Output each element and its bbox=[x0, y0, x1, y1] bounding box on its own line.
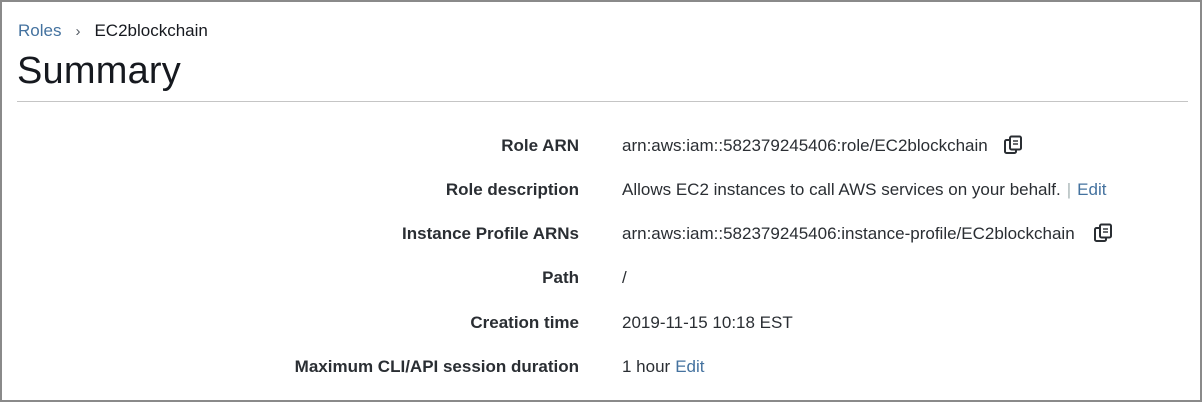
breadcrumb-current: EC2blockchain bbox=[94, 21, 208, 40]
role-summary-panel: Roles › EC2blockchain Summary Role ARN a… bbox=[0, 0, 1202, 402]
row-max-session-duration: Maximum CLI/API session duration 1 hour … bbox=[2, 345, 1200, 389]
instance-profile-arns-value: arn:aws:iam::582379245406:instance-profi… bbox=[622, 224, 1075, 243]
breadcrumb-separator-icon: › bbox=[75, 22, 81, 40]
breadcrumb-roles-link[interactable]: Roles bbox=[18, 21, 61, 41]
role-arn-label: Role ARN bbox=[501, 136, 579, 155]
copy-icon[interactable] bbox=[1002, 135, 1024, 157]
row-creation-time: Creation time 2019-11-15 10:18 EST bbox=[2, 301, 1200, 345]
path-label: Path bbox=[542, 268, 579, 287]
row-role-description: Role description Allows EC2 instances to… bbox=[2, 168, 1200, 212]
role-arn-value-wrap: arn:aws:iam::582379245406:role/EC2blockc… bbox=[622, 135, 1024, 157]
max-session-duration-value-wrap: 1 hour Edit bbox=[622, 357, 705, 377]
instance-profile-arns-label: Instance Profile ARNs bbox=[402, 224, 579, 243]
role-arn-value: arn:aws:iam::582379245406:role/EC2blockc… bbox=[622, 136, 988, 155]
creation-time-value: 2019-11-15 10:18 EST bbox=[622, 313, 793, 332]
breadcrumb: Roles › EC2blockchain bbox=[18, 21, 208, 41]
role-description-label: Role description bbox=[445, 180, 579, 199]
role-description-value-wrap: Allows EC2 instances to call AWS service… bbox=[622, 180, 1106, 200]
page-title: Summary bbox=[17, 50, 181, 92]
edit-description-link[interactable]: Edit bbox=[1077, 180, 1106, 200]
edit-session-duration-link[interactable]: Edit bbox=[675, 357, 704, 377]
copy-icon[interactable] bbox=[1092, 223, 1114, 245]
row-path: Path / bbox=[2, 256, 1200, 300]
row-instance-profile-arns: Instance Profile ARNs arn:aws:iam::58237… bbox=[2, 212, 1200, 256]
instance-profile-arns-value-wrap: arn:aws:iam::582379245406:instance-profi… bbox=[622, 223, 1114, 245]
creation-time-label: Creation time bbox=[470, 313, 579, 332]
role-description-value: Allows EC2 instances to call AWS service… bbox=[622, 180, 1061, 199]
title-divider bbox=[17, 101, 1188, 102]
path-value: / bbox=[622, 268, 627, 287]
edit-separator: | bbox=[1066, 180, 1072, 199]
max-session-duration-label: Maximum CLI/API session duration bbox=[294, 357, 579, 376]
row-role-arn: Role ARN arn:aws:iam::582379245406:role/… bbox=[2, 124, 1200, 168]
max-session-duration-value: 1 hour bbox=[622, 357, 671, 376]
